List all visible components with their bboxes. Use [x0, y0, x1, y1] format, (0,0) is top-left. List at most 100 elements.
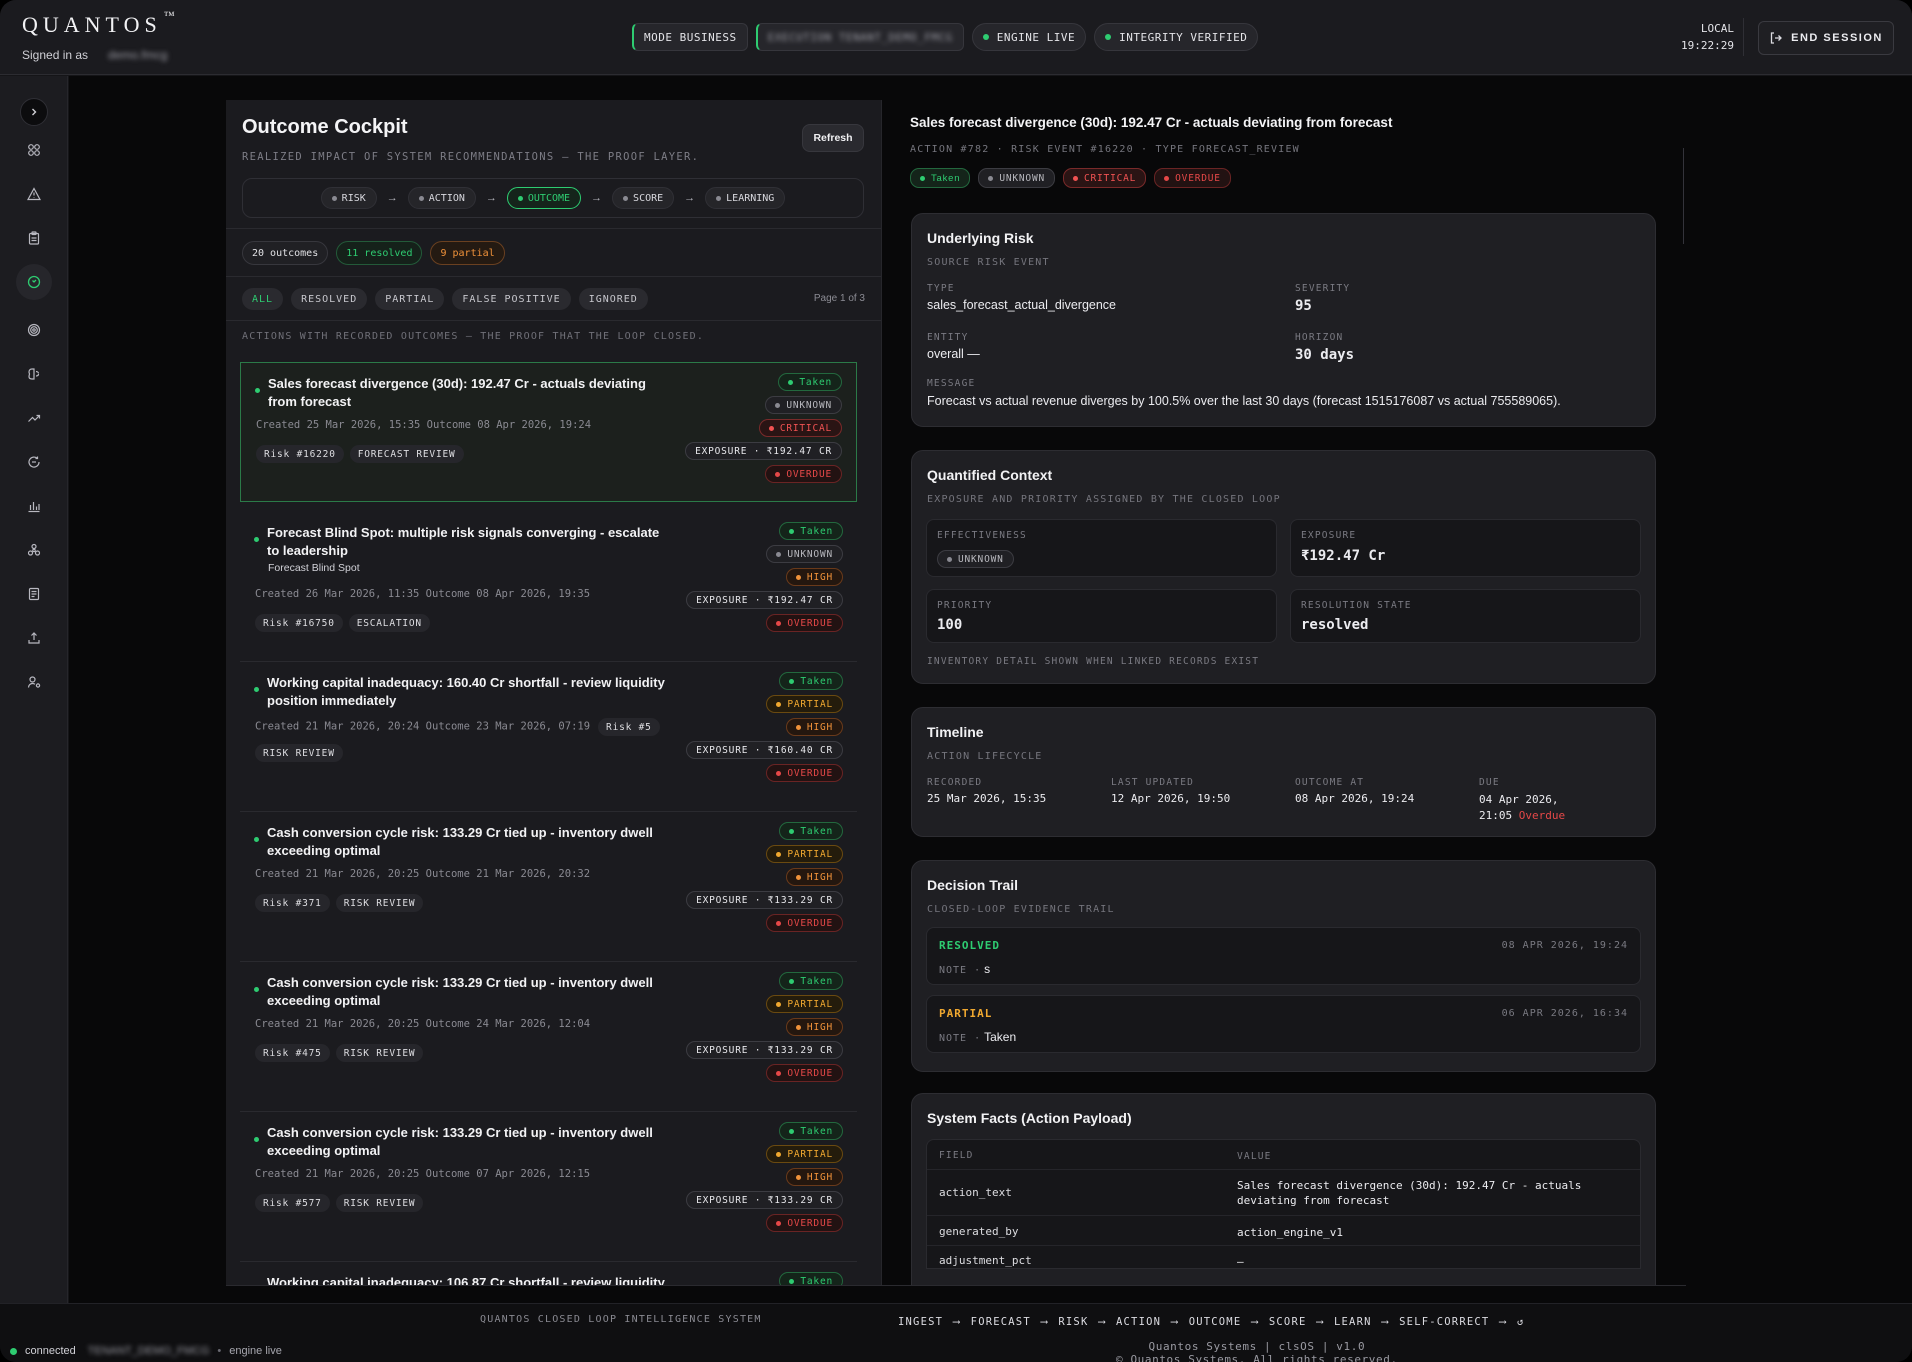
card-tags: Risk #371 RISK REVIEW — [255, 894, 424, 912]
sidebar-item-reports[interactable] — [20, 580, 48, 608]
outcome-card[interactable]: Working capital inadequacy: 160.40 Cr sh… — [240, 662, 857, 812]
sidebar-item-risks[interactable] — [20, 180, 48, 208]
table-row: action_text Sales forecast divergence (3… — [927, 1170, 1640, 1216]
risk-tag: Risk #371 — [255, 894, 330, 912]
upload-icon — [28, 632, 40, 644]
panel-title: Timeline — [927, 724, 984, 740]
underlying-risk-panel: Underlying Risk SOURCE RISK EVENT TYPE s… — [911, 213, 1656, 427]
detail-title: Sales forecast divergence (30d): 192.47 … — [910, 115, 1393, 130]
sidebar-item-trends[interactable] — [20, 404, 48, 432]
card-tags: Risk #577 RISK REVIEW — [255, 1194, 424, 1212]
due-badge: OVERDUE — [766, 764, 843, 782]
execution-pill: EXECUTION TENANT_DEMO_FMCG — [755, 23, 964, 51]
panel-title: Quantified Context — [927, 467, 1053, 483]
action-type-tag: RISK REVIEW — [255, 744, 343, 762]
card-tags: Risk #475 RISK REVIEW — [255, 1044, 424, 1062]
card-title: Cash conversion cycle risk: 133.29 Cr ti… — [267, 975, 653, 1008]
timeline-panel: Timeline ACTION LIFECYCLE RECORDED 25 Ma… — [911, 707, 1656, 837]
signed-in-user: demo.fmcg — [108, 48, 168, 62]
sidebar-item-analytics[interactable] — [20, 492, 48, 520]
sidebar-item-actions[interactable] — [20, 224, 48, 252]
outcome-card[interactable]: Forecast Blind Spot: multiple risk signa… — [240, 512, 857, 662]
status-badge: Taken — [778, 373, 842, 391]
outcome-filters: ALL RESOLVED PARTIAL FALSE POSITIVE IGNO… — [242, 288, 648, 310]
sidebar-item-learning[interactable] — [20, 360, 48, 388]
panel-subtitle: SOURCE RISK EVENT — [927, 257, 1050, 268]
outcome-card[interactable]: Working capital inadequacy: 106.87 Cr sh… — [240, 1262, 857, 1286]
system-facts-panel: System Facts (Action Payload) FIELD VALU… — [911, 1093, 1656, 1285]
filter-all[interactable]: ALL — [242, 288, 284, 310]
card-dates: Created 21 Mar 2026, 20:25 Outcome 07 Ap… — [255, 1168, 591, 1180]
filter-ignored[interactable]: IGNORED — [578, 288, 648, 310]
action-type-tag: RISK REVIEW — [335, 1194, 424, 1212]
target-icon — [27, 323, 41, 337]
card-subtitle: Forecast Blind Spot — [268, 562, 360, 574]
sidebar-item-outcomes[interactable] — [16, 264, 52, 300]
risk-message: Forecast vs actual revenue diverges by 1… — [927, 394, 1561, 408]
action-type-tag: FORECAST REVIEW — [349, 445, 464, 463]
risk-tag[interactable]: Risk #5 — [598, 718, 660, 736]
document-icon — [28, 587, 40, 601]
end-session-button[interactable]: END SESSION — [1758, 21, 1894, 55]
brand-logo: QUANTOS ™ — [22, 10, 175, 37]
sidebar-item-dashboard[interactable] — [20, 136, 48, 164]
clock-icon — [27, 275, 41, 289]
outcome-card[interactable]: Cash conversion cycle risk: 133.29 Cr ti… — [240, 812, 857, 962]
chain-step: INGEST — [898, 1316, 944, 1328]
user-settings-icon — [27, 676, 41, 688]
footer-loop-chain: INGEST ⟶ FORECAST ⟶ RISK ⟶ ACTION ⟶ OUTCOME ⟶ SCOR… — [898, 1316, 1525, 1328]
priority-value: 100 — [937, 617, 963, 633]
outcome-card[interactable]: Cash conversion cycle risk: 133.29 Cr ti… — [240, 1112, 857, 1262]
status-pills: MODE BUSINESS EXECUTION TENANT_DEMO_FMCG… — [632, 23, 1259, 51]
tenant-label: TENANT_DEMO_FMCG — [87, 1345, 210, 1357]
connection-label: connected — [25, 1345, 76, 1357]
sidebar-item-network[interactable] — [20, 536, 48, 564]
outcome-card[interactable]: Sales forecast divergence (30d): 192.47 … — [240, 362, 857, 502]
sidebar-toggle-button[interactable] — [20, 98, 48, 126]
loop-icon: ↺ — [1516, 1316, 1525, 1328]
filter-partial[interactable]: PARTIAL — [375, 288, 445, 310]
filter-resolved[interactable]: RESOLVED — [291, 288, 368, 310]
signed-in-info: Signed in as demo.fmcg — [22, 48, 168, 62]
count-total: 20 outcomes — [242, 241, 329, 265]
due-badge: OVERDUE — [1154, 168, 1231, 188]
sidebar-item-scores[interactable] — [20, 316, 48, 344]
exposure-badge: EXPOSURE · ₹192.47 CR — [685, 442, 842, 460]
outcome-card[interactable]: Cash conversion cycle risk: 133.29 Cr ti… — [240, 962, 857, 1112]
effect-badge: PARTIAL — [766, 995, 843, 1013]
sidebar-item-self-correct[interactable] — [20, 448, 48, 476]
status-badge: Taken — [779, 822, 843, 840]
filter-false-positive[interactable]: FALSE POSITIVE — [452, 288, 571, 310]
effect-badge: PARTIAL — [766, 1145, 843, 1163]
refresh-button[interactable]: Refresh — [802, 124, 864, 152]
risk-tag: Risk #16220 — [256, 445, 344, 463]
severity-badge: HIGH — [785, 1018, 843, 1036]
clipboard-icon — [28, 231, 40, 245]
risk-severity: 95 — [1295, 298, 1312, 314]
effect-badge: UNKNOWN — [978, 168, 1055, 188]
exposure-value: ₹192.47 Cr — [1301, 548, 1386, 564]
status-badge: Taken — [779, 972, 843, 990]
pagination-label: Page 1 of 3 — [813, 293, 865, 304]
refresh-cycle-icon — [28, 456, 40, 468]
flow-step-action: ACTION — [407, 187, 476, 209]
local-clock: LOCAL 19:22:29 — [1681, 22, 1734, 52]
flow-step-outcome: OUTCOME — [506, 187, 582, 209]
chevron-right-icon — [32, 108, 37, 116]
card-badges: Taken PARTIAL HIGH EXPOSURE · ₹133.29 CR OVE… — [686, 972, 843, 1082]
sidebar-item-users[interactable] — [20, 668, 48, 696]
page-title: Outcome Cockpit — [242, 116, 408, 138]
status-dot — [254, 687, 259, 692]
severity-badge: HIGH — [785, 868, 843, 886]
chain-step: OUTCOME — [1188, 1316, 1242, 1328]
facts-table: FIELD VALUE action_text Sales forecast d… — [926, 1139, 1641, 1269]
sidebar-item-upload[interactable] — [20, 624, 48, 652]
timeline-due: 04 Apr 2026, 21:05 Overdue — [1479, 793, 1566, 822]
status-badge: Taken — [779, 1272, 843, 1286]
priority-box: PRIORITY 100 — [926, 589, 1277, 643]
scrollbar[interactable] — [1683, 148, 1684, 244]
card-title: Working capital inadequacy: 160.40 Cr sh… — [267, 675, 665, 708]
status-dot — [254, 987, 259, 992]
chain-step: SELF-CORRECT — [1399, 1316, 1490, 1328]
due-badge: OVERDUE — [765, 465, 842, 483]
